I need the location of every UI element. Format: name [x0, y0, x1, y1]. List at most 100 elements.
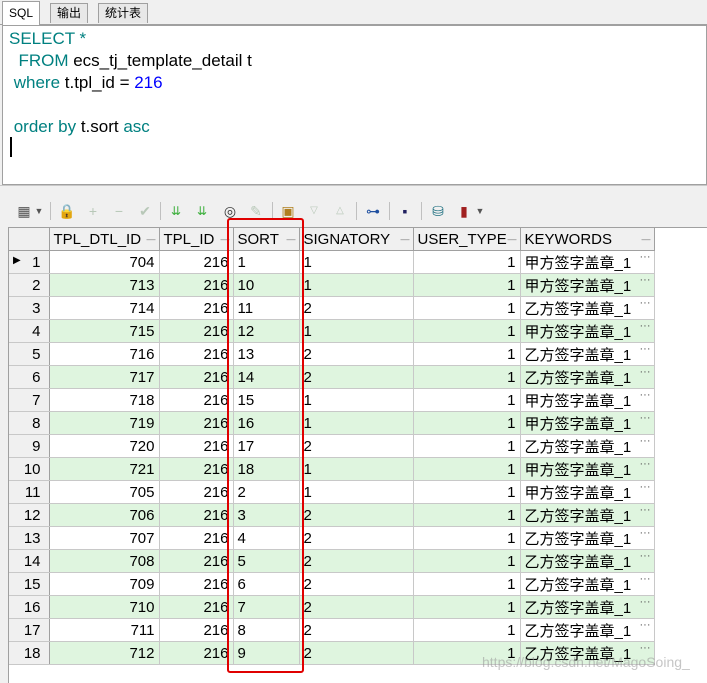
cell-user-type[interactable]: 1: [413, 572, 521, 596]
cell-tpl-id[interactable]: 216: [159, 250, 234, 274]
cell-keywords[interactable]: 甲方签字盖章_1 ···: [520, 480, 655, 504]
cell-signatory[interactable]: 1: [299, 250, 414, 274]
post-changes-icon[interactable]: ✔: [135, 201, 155, 221]
ellipsis-button-icon[interactable]: ···: [640, 642, 651, 654]
cell-signatory[interactable]: 2: [299, 618, 414, 642]
cell-tpl-id[interactable]: 216: [159, 641, 234, 665]
ellipsis-button-icon[interactable]: ···: [640, 550, 651, 562]
row-number-cell[interactable]: 4: [9, 319, 50, 343]
cell-user-type[interactable]: 1: [413, 250, 521, 274]
sql-editor[interactable]: SELECT * FROM ecs_tj_template_detail t w…: [2, 25, 707, 185]
cell-tpl-dtl-id[interactable]: 717: [49, 365, 160, 389]
ellipsis-button-icon[interactable]: ···: [640, 458, 651, 470]
cell-tpl-dtl-id[interactable]: 716: [49, 342, 160, 366]
cell-sort[interactable]: 1: [233, 250, 300, 274]
cell-user-type[interactable]: 1: [413, 457, 521, 481]
column-header-tpl-id[interactable]: TPL_ID —: [159, 228, 234, 251]
export-tree-icon[interactable]: ⊶: [363, 201, 383, 221]
cell-user-type[interactable]: 1: [413, 480, 521, 504]
ellipsis-button-icon[interactable]: ···: [640, 596, 651, 608]
cell-sort[interactable]: 4: [233, 526, 300, 550]
cell-keywords[interactable]: 甲方签字盖章_1 ···: [520, 411, 655, 435]
cell-sort[interactable]: 9: [233, 641, 300, 665]
grid-view-dropdown-icon[interactable]: ▼: [33, 201, 45, 221]
sort-desc-icon[interactable]: ▽: [304, 201, 324, 221]
ellipsis-button-icon[interactable]: ···: [640, 619, 651, 631]
row-number-cell[interactable]: 12: [9, 503, 50, 527]
cell-user-type[interactable]: 1: [413, 273, 521, 297]
table-row[interactable]: 17 711 216 8 2 1 乙方签字盖章_1 ···: [9, 618, 655, 642]
column-header-tpl-dtl-id[interactable]: TPL_DTL_ID —: [49, 228, 160, 251]
ellipsis-button-icon[interactable]: ···: [640, 573, 651, 585]
row-number-cell[interactable]: 5: [9, 342, 50, 366]
cell-tpl-dtl-id[interactable]: 715: [49, 319, 160, 343]
database-icon[interactable]: ⛁: [428, 201, 448, 221]
ellipsis-button-icon[interactable]: ···: [640, 297, 651, 309]
row-number-cell[interactable]: 16: [9, 595, 50, 619]
table-row[interactable]: ▶ 1 704 216 1 1 1 甲方签字盖章_1 ···: [9, 250, 655, 274]
row-number-cell[interactable]: 8: [9, 411, 50, 435]
cell-sort[interactable]: 14: [233, 365, 300, 389]
cell-user-type[interactable]: 1: [413, 526, 521, 550]
chart-dropdown-icon[interactable]: ▼: [474, 201, 486, 221]
cell-keywords[interactable]: 乙方签字盖章_1 ···: [520, 618, 655, 642]
cell-sort[interactable]: 11: [233, 296, 300, 320]
column-filter-icon[interactable]: —: [221, 234, 230, 244]
cell-tpl-id[interactable]: 216: [159, 549, 234, 573]
fetch-last-icon[interactable]: ⇊: [192, 201, 212, 221]
cell-signatory[interactable]: 1: [299, 273, 414, 297]
table-row[interactable]: 8 719 216 16 1 1 甲方签字盖章_1 ···: [9, 411, 655, 435]
cell-tpl-id[interactable]: 216: [159, 618, 234, 642]
row-number-cell[interactable]: 9: [9, 434, 50, 458]
cell-signatory[interactable]: 1: [299, 319, 414, 343]
tab-statistics[interactable]: 统计表: [98, 3, 149, 23]
cell-signatory[interactable]: 2: [299, 296, 414, 320]
cell-signatory[interactable]: 1: [299, 388, 414, 412]
column-header-signatory[interactable]: SIGNATORY —: [299, 228, 414, 251]
ellipsis-button-icon[interactable]: ···: [640, 320, 651, 332]
cell-sort[interactable]: 12: [233, 319, 300, 343]
cell-user-type[interactable]: 1: [413, 365, 521, 389]
cell-user-type[interactable]: 1: [413, 411, 521, 435]
ellipsis-button-icon[interactable]: ···: [640, 251, 651, 263]
table-row[interactable]: 5 716 216 13 2 1 乙方签字盖章_1 ···: [9, 342, 655, 366]
table-row[interactable]: 12 706 216 3 2 1 乙方签字盖章_1 ···: [9, 503, 655, 527]
column-filter-icon[interactable]: —: [147, 234, 156, 244]
cell-signatory[interactable]: 2: [299, 503, 414, 527]
cell-keywords[interactable]: 甲方签字盖章_1 ···: [520, 388, 655, 412]
cell-keywords[interactable]: 甲方签字盖章_1 ···: [520, 319, 655, 343]
cell-user-type[interactable]: 1: [413, 388, 521, 412]
row-number-cell[interactable]: 11: [9, 480, 50, 504]
clear-icon[interactable]: ✎: [246, 201, 266, 221]
query-by-example-icon[interactable]: ▣: [278, 201, 298, 221]
cell-tpl-id[interactable]: 216: [159, 411, 234, 435]
cell-keywords[interactable]: 乙方签字盖章_1 ···: [520, 365, 655, 389]
ellipsis-button-icon[interactable]: ···: [640, 527, 651, 539]
cell-user-type[interactable]: 1: [413, 296, 521, 320]
table-row[interactable]: 3 714 216 11 2 1 乙方签字盖章_1 ···: [9, 296, 655, 320]
cell-tpl-dtl-id[interactable]: 708: [49, 549, 160, 573]
row-number-cell[interactable]: 10: [9, 457, 50, 481]
cell-tpl-id[interactable]: 216: [159, 342, 234, 366]
row-number-cell[interactable]: 2: [9, 273, 50, 297]
ellipsis-button-icon[interactable]: ···: [640, 435, 651, 447]
ellipsis-button-icon[interactable]: ···: [640, 366, 651, 378]
cell-signatory[interactable]: 2: [299, 526, 414, 550]
row-number-cell[interactable]: 15: [9, 572, 50, 596]
table-row[interactable]: 6 717 216 14 2 1 乙方签字盖章_1 ···: [9, 365, 655, 389]
row-number-cell[interactable]: ▶ 1: [9, 250, 50, 274]
table-row[interactable]: 2 713 216 10 1 1 甲方签字盖章_1 ···: [9, 273, 655, 297]
ellipsis-button-icon[interactable]: ···: [640, 274, 651, 286]
table-row[interactable]: 16 710 216 7 2 1 乙方签字盖章_1 ···: [9, 595, 655, 619]
cell-user-type[interactable]: 1: [413, 434, 521, 458]
cell-tpl-id[interactable]: 216: [159, 595, 234, 619]
cell-tpl-dtl-id[interactable]: 718: [49, 388, 160, 412]
cell-signatory[interactable]: 2: [299, 549, 414, 573]
row-number-cell[interactable]: 3: [9, 296, 50, 320]
cell-keywords[interactable]: 乙方签字盖章_1 ···: [520, 296, 655, 320]
cell-sort[interactable]: 13: [233, 342, 300, 366]
delete-record-icon[interactable]: −: [109, 201, 129, 221]
table-row[interactable]: 4 715 216 12 1 1 甲方签字盖章_1 ···: [9, 319, 655, 343]
lock-icon[interactable]: 🔒: [57, 201, 77, 221]
cell-tpl-dtl-id[interactable]: 719: [49, 411, 160, 435]
